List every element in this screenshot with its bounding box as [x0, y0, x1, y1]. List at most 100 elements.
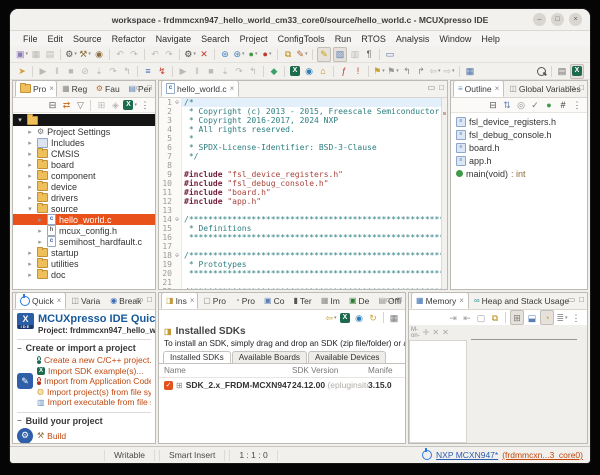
refresh-button[interactable]: ↻: [367, 311, 379, 324]
code-line[interactable]: 22⊖/************************************…: [159, 287, 441, 289]
code-line[interactable]: 8: [159, 161, 441, 170]
sdk-subtab-installed-sdks[interactable]: Installed SDKs: [163, 351, 231, 363]
outline-item-main-void-[interactable]: main(void) : int: [451, 167, 587, 180]
title-bar[interactable]: workspace - frdmmcxn947_hello_world_cm33…: [10, 9, 590, 31]
code-line[interactable]: 20 *************************************…: [159, 269, 441, 278]
outline-item-fsl-debug-console-h[interactable]: ≡fsl_debug_console.h: [451, 128, 587, 141]
minimize-view-icon[interactable]: ▭: [136, 84, 144, 92]
tree-item-semihost-hardfault-c[interactable]: ▸csemihost_hardfault.c: [13, 236, 155, 247]
maximize-view-icon[interactable]: □: [397, 296, 402, 304]
outline-item-board-h[interactable]: ≡board.h: [451, 141, 587, 154]
view-menu-button[interactable]: ⋮: [570, 311, 582, 324]
code-line[interactable]: 11#include "board.h": [159, 188, 441, 197]
menu-edit[interactable]: Edit: [43, 33, 69, 45]
pin-editor-button[interactable]: ⚑▾: [373, 65, 385, 78]
code-line[interactable]: 16 *************************************…: [159, 233, 441, 242]
debug-button[interactable]: ●▾: [247, 48, 259, 61]
expander-icon[interactable]: ▸: [26, 260, 34, 268]
code-line[interactable]: 19 * Prototypes: [159, 260, 441, 269]
build-all-button[interactable]: ⚙▾: [65, 48, 77, 61]
code-line[interactable]: 9#include "fsl_device_registers.h": [159, 170, 441, 179]
monitors-list[interactable]: [409, 340, 467, 443]
toggle-split-button[interactable]: ⊞: [510, 310, 524, 325]
fold-marker-icon[interactable]: ⊖: [173, 215, 182, 224]
new-wizard-button[interactable]: ▣▾: [16, 48, 28, 61]
hide-static-button[interactable]: #: [557, 99, 569, 112]
link-import-executable-from-file-sy[interactable]: ▥Import executable from file system: [37, 397, 151, 408]
code-line[interactable]: 1⊖/*: [159, 98, 441, 107]
target-project-link[interactable]: (frdmmcxn...3_core0): [502, 450, 583, 460]
maximize-view-icon[interactable]: □: [439, 84, 444, 92]
expander-icon[interactable]: ▸: [36, 216, 44, 224]
import-button[interactable]: ⧉: [489, 311, 501, 324]
console-area-tab-im[interactable]: ▦Im: [316, 292, 344, 309]
open-new-window-button[interactable]: ▦: [464, 65, 476, 78]
custom-filters-button[interactable]: ◎: [515, 99, 527, 112]
collapse-icon[interactable]: −: [17, 416, 22, 425]
open-console-button[interactable]: ▭: [384, 48, 396, 61]
open-resource-button[interactable]: ⧉: [282, 48, 294, 61]
close-button[interactable]: ×: [569, 13, 582, 26]
project-root-row[interactable]: ▾: [13, 114, 155, 126]
expander-icon[interactable]: ▸: [26, 139, 34, 147]
layout-button[interactable]: ≣▾: [556, 311, 568, 324]
link-import-sdk-example-s-[interactable]: XImport SDK example(s)...: [37, 366, 151, 377]
outline-item-fsl-device-registers-h[interactable]: ≡fsl_device_registers.h: [451, 115, 587, 128]
console-area-tab-pro[interactable]: ▢Pro: [198, 292, 230, 309]
expander-icon[interactable]: ▸: [26, 183, 34, 191]
minimize-button[interactable]: –: [533, 13, 546, 26]
expander-icon[interactable]: ▾: [16, 116, 24, 124]
profile-trace-button[interactable]: ƒ: [338, 65, 350, 78]
view-menu-button[interactable]: ⋮: [571, 99, 583, 112]
add-monitor-button[interactable]: ✛: [423, 328, 430, 337]
maximize-view-icon[interactable]: □: [579, 84, 584, 92]
link-import-project-s-from-file-sys[interactable]: ◍Import project(s) from file system...: [37, 387, 151, 398]
tree-item-source[interactable]: ▾source: [13, 203, 155, 214]
collapse-all-button[interactable]: ⊟: [487, 99, 499, 112]
memory-area-tab-heap-and-stack-usage[interactable]: ∞Heap and Stack Usage: [469, 292, 574, 309]
expander-icon[interactable]: ▾: [26, 205, 34, 213]
gui-flash-tool-button[interactable]: ⊛▾: [233, 48, 245, 61]
code-editor[interactable]: 1⊖/*2 * Copyright (c) 2013 - 2015, Frees…: [159, 98, 447, 289]
new-mcux-project-button[interactable]: X: [339, 311, 351, 324]
fold-marker-icon[interactable]: ⊖: [173, 98, 182, 107]
expander-icon[interactable]: ▸: [26, 249, 34, 257]
console-area-tab-de[interactable]: ▣De: [344, 292, 373, 309]
external-tools-button[interactable]: ✎▾: [296, 48, 308, 61]
explorer-tab-reg[interactable]: ▦Reg: [57, 80, 91, 97]
section-header-create-or-import-a-project[interactable]: −Create or import a project: [17, 339, 151, 355]
profile-energy-button[interactable]: !: [352, 65, 364, 78]
link-create-a-new-c-c-project-[interactable]: XCreate a new C/C++ project...: [37, 355, 151, 366]
hide-fields-button[interactable]: ●: [543, 99, 555, 112]
link-with-editor-button[interactable]: ✓: [529, 99, 541, 112]
code-line[interactable]: 3 * Copyright 2016-2017, 2024 NXP: [159, 116, 441, 125]
menu-search[interactable]: Search: [196, 33, 235, 45]
explorer-tab-pro[interactable]: Pro×: [15, 80, 57, 97]
code-line[interactable]: 10#include "fsl_debug_console.h": [159, 179, 441, 188]
menu-run[interactable]: Run: [330, 33, 357, 45]
menu-source[interactable]: Source: [68, 33, 107, 45]
target-device-link[interactable]: NXP MCXN947*: [436, 450, 498, 460]
view-menu-button[interactable]: ⋮: [139, 99, 151, 112]
tree-item-hello-world-c[interactable]: ▸chello_world.c: [13, 214, 155, 225]
expander-icon[interactable]: ▸: [26, 194, 34, 202]
build-config-button[interactable]: ◉: [93, 48, 105, 61]
expander-icon[interactable]: ▸: [36, 227, 44, 235]
menu-configtools[interactable]: ConfigTools: [273, 33, 330, 45]
code-line[interactable]: 17: [159, 242, 441, 251]
tree-item-project-settings[interactable]: ▸⚙Project Settings: [13, 126, 155, 137]
build-target-button[interactable]: ◆: [268, 65, 280, 78]
tree-item-cmsis[interactable]: ▸CMSIS: [13, 148, 155, 159]
pointer-mode-button[interactable]: ➤: [16, 65, 28, 78]
maximize-view-icon[interactable]: □: [579, 296, 584, 304]
tree-item-mcux-config-h[interactable]: ▸hmcux_config.h: [13, 225, 155, 236]
code-line[interactable]: 4 * All rights reserved.: [159, 125, 441, 134]
menu-window[interactable]: Window: [434, 33, 476, 45]
expander-icon[interactable]: ▸: [26, 161, 34, 169]
menu-project[interactable]: Project: [235, 33, 273, 45]
close-icon[interactable]: ×: [190, 296, 195, 305]
tree-item-utilities[interactable]: ▸utilities: [13, 258, 155, 269]
show-whitespace-button[interactable]: ¶: [363, 48, 375, 61]
tree-item-board[interactable]: ▸board: [13, 159, 155, 170]
sdk-subtab-available-devices[interactable]: Available Devices: [308, 351, 386, 363]
